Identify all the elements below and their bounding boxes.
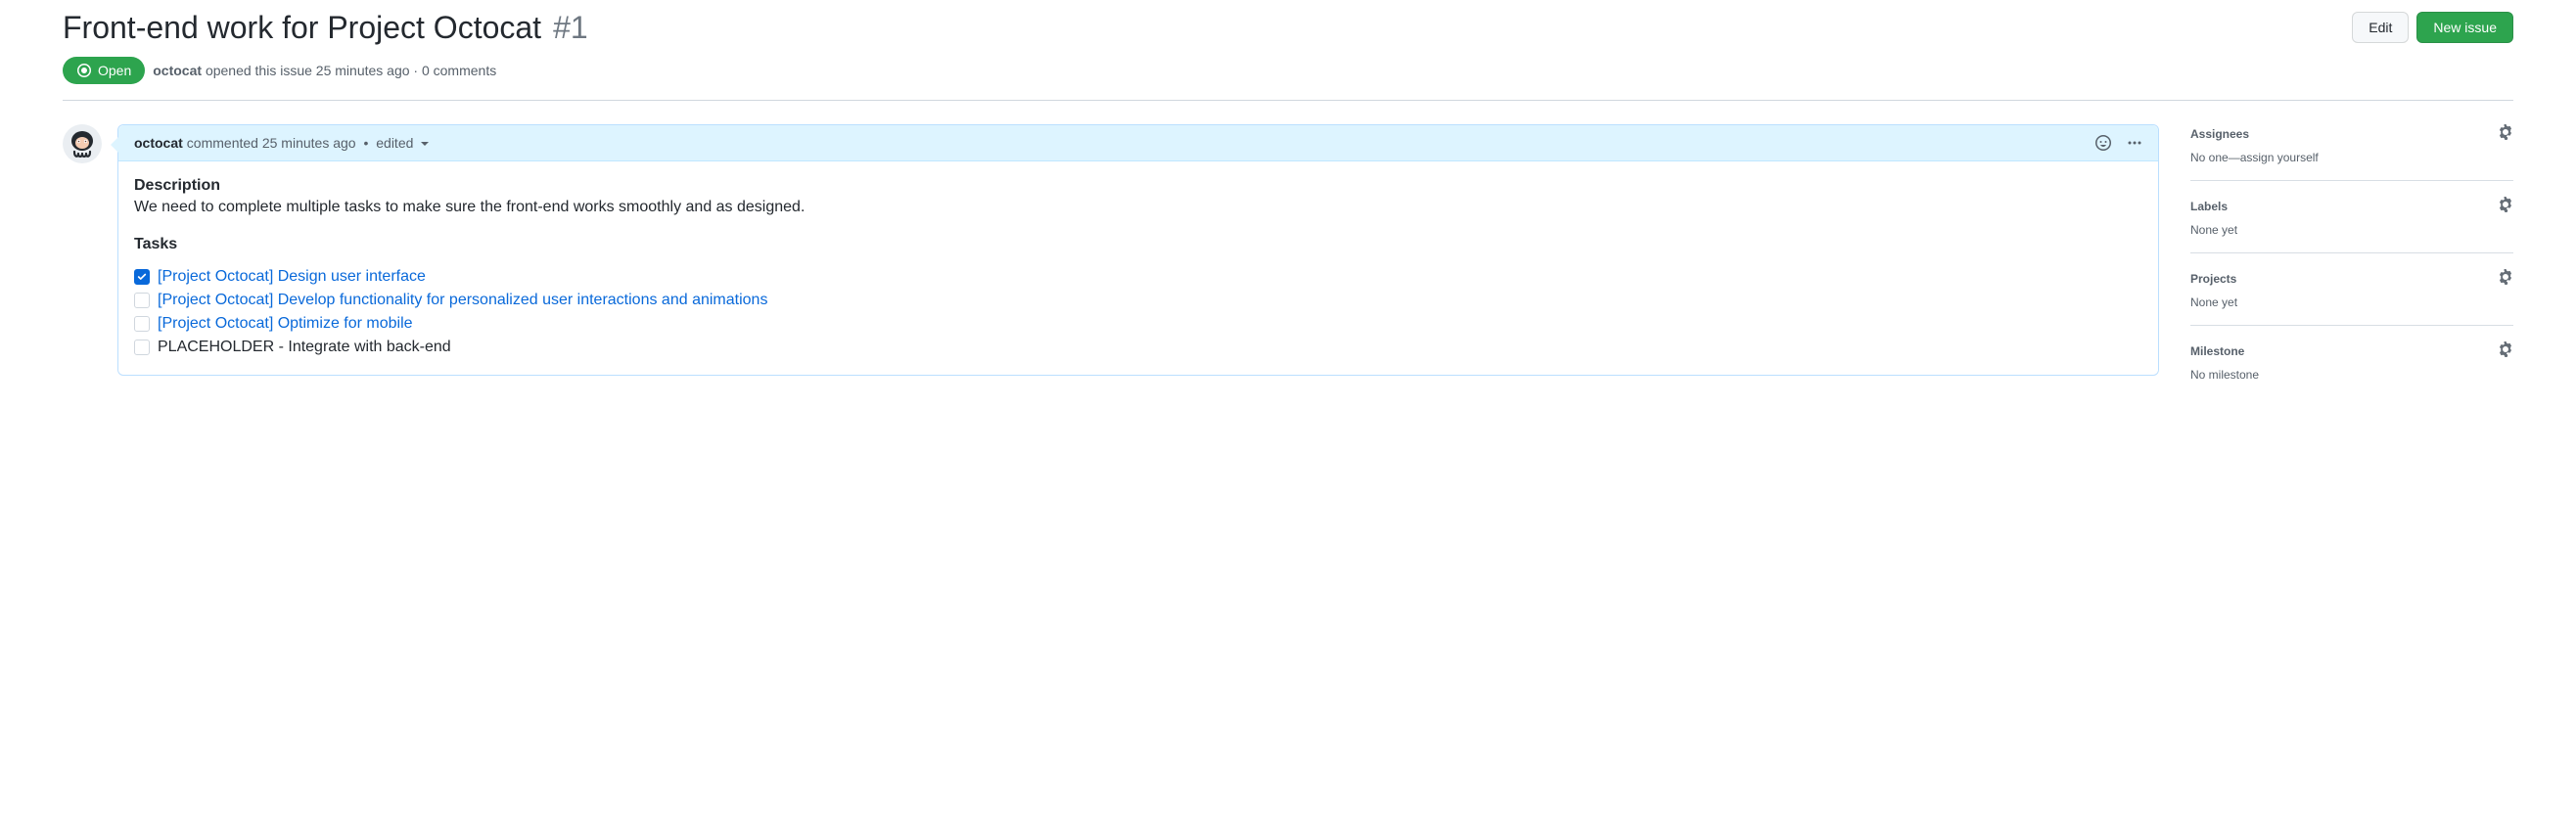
author-link[interactable]: octocat	[153, 63, 202, 78]
tasks-heading: Tasks	[134, 236, 2142, 253]
new-issue-button[interactable]: New issue	[2416, 12, 2513, 43]
milestone-title: Milestone	[2190, 344, 2244, 358]
gear-icon	[2498, 197, 2513, 212]
check-icon	[137, 272, 147, 282]
edited-indicator[interactable]: edited	[376, 135, 429, 151]
task-checkbox[interactable]	[134, 293, 150, 308]
task-link[interactable]: [Project Octocat] Develop functionality …	[158, 292, 767, 309]
issue-title-wrap: Front-end work for Project Octocat #1	[63, 8, 588, 47]
kebab-icon	[2127, 135, 2142, 151]
octocat-icon	[63, 124, 102, 163]
description-body: We need to complete multiple tasks to ma…	[134, 199, 2142, 216]
sidebar-labels: Labels None yet	[2190, 197, 2513, 253]
assignees-gear-button[interactable]	[2498, 124, 2513, 143]
state-label: Open	[98, 63, 131, 78]
gear-icon	[2498, 124, 2513, 140]
milestone-gear-button[interactable]	[2498, 341, 2513, 360]
labels-value: None yet	[2190, 223, 2513, 237]
comment-box: octocat commented 25 minutes ago • edite…	[117, 124, 2159, 376]
issue-title: Front-end work for Project Octocat	[63, 8, 541, 47]
sidebar-projects: Projects None yet	[2190, 269, 2513, 326]
task-item: [Project Octocat] Design user interface	[134, 265, 2142, 289]
labels-gear-button[interactable]	[2498, 197, 2513, 215]
state-badge-open: Open	[63, 57, 145, 84]
task-list: [Project Octocat] Design user interface […	[134, 265, 2142, 359]
task-checkbox[interactable]	[134, 340, 150, 355]
kebab-menu-button[interactable]	[2127, 135, 2142, 151]
caret-down-icon	[421, 142, 429, 146]
task-link[interactable]: [Project Octocat] Optimize for mobile	[158, 315, 413, 333]
gear-icon	[2498, 341, 2513, 357]
milestone-value: No milestone	[2190, 368, 2513, 382]
edit-button[interactable]: Edit	[2352, 12, 2409, 43]
task-item: [Project Octocat] Optimize for mobile	[134, 312, 2142, 336]
projects-gear-button[interactable]	[2498, 269, 2513, 288]
assignees-title: Assignees	[2190, 127, 2249, 141]
sidebar-milestone: Milestone No milestone	[2190, 341, 2513, 397]
comment-timestamp: commented 25 minutes ago	[187, 135, 356, 151]
description-heading: Description	[134, 177, 2142, 195]
issue-meta: octocat opened this issue 25 minutes ago…	[153, 63, 496, 78]
avatar[interactable]	[63, 124, 102, 163]
task-item: PLACEHOLDER - Integrate with back-end	[134, 336, 2142, 359]
task-item: [Project Octocat] Develop functionality …	[134, 289, 2142, 312]
projects-value: None yet	[2190, 295, 2513, 309]
task-checkbox[interactable]	[134, 316, 150, 332]
opened-text: opened this issue 25 minutes ago · 0 com…	[206, 63, 496, 78]
gear-icon	[2498, 269, 2513, 285]
smiley-icon	[2095, 135, 2111, 151]
task-checkbox[interactable]	[134, 269, 150, 285]
issue-open-icon	[76, 63, 92, 78]
task-link[interactable]: [Project Octocat] Design user interface	[158, 268, 426, 286]
task-text: PLACEHOLDER - Integrate with back-end	[158, 339, 451, 356]
comment-author-link[interactable]: octocat	[134, 135, 183, 151]
labels-title: Labels	[2190, 200, 2228, 213]
assign-yourself-link[interactable]: assign yourself	[2240, 151, 2319, 164]
react-button[interactable]	[2095, 135, 2111, 151]
issue-number: #1	[553, 10, 588, 46]
sidebar-assignees: Assignees No one—assign yourself	[2190, 124, 2513, 181]
projects-title: Projects	[2190, 272, 2236, 286]
assignees-value: No one—assign yourself	[2190, 151, 2513, 164]
